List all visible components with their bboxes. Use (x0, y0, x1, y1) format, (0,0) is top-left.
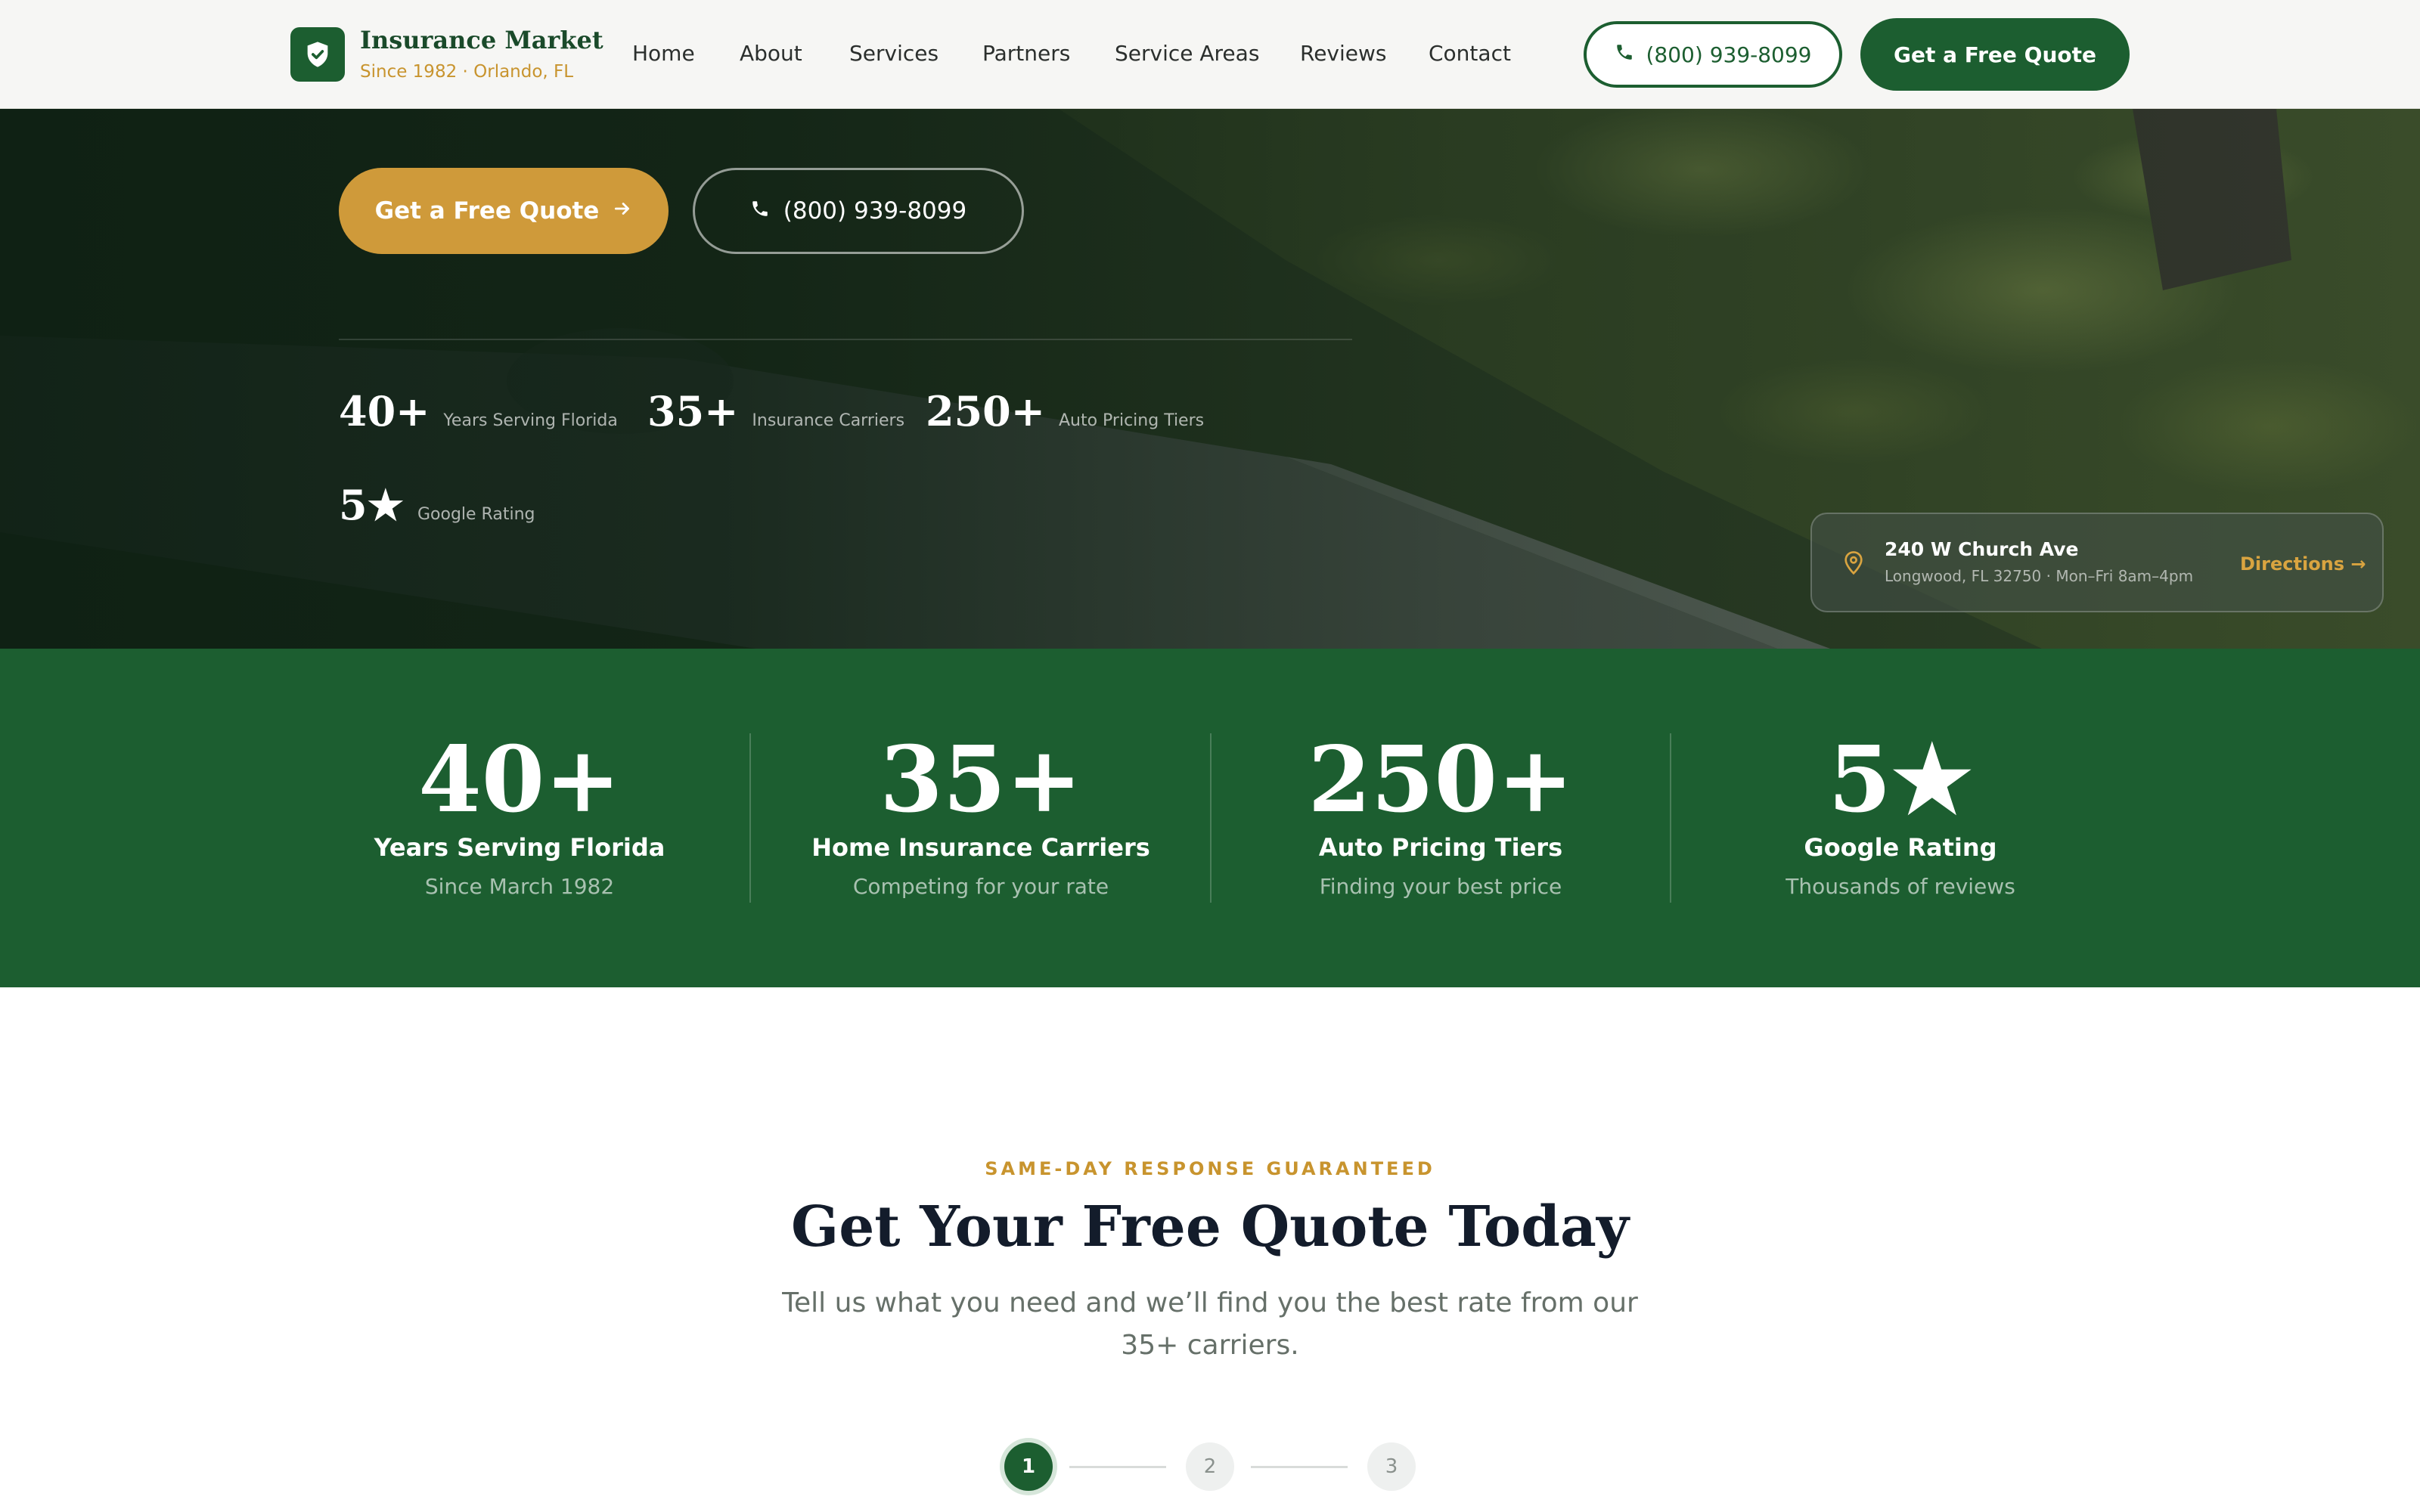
hero-stat-label: Google Rating (417, 505, 535, 524)
map-pin-icon (1842, 550, 1865, 579)
step-connector (1251, 1466, 1348, 1468)
stat-rating: 5★ Google Rating Thousands of reviews (1674, 727, 2127, 900)
hero-phone-button[interactable]: (800) 939-8099 (693, 168, 1024, 254)
hero-stat-label: Auto Pricing Tiers (1058, 411, 1205, 430)
header-phone-label: (800) 939-8099 (1646, 42, 1812, 67)
arrow-right-icon (613, 197, 632, 225)
step-1[interactable]: 1 (1004, 1442, 1053, 1491)
stat-subtitle: Since March 1982 (424, 874, 615, 899)
brand-tagline: Since 1982 · Orlando, FL (360, 62, 574, 82)
hero-stat-carriers: 35+ Insurance Carriers (647, 387, 904, 435)
nav-about[interactable]: About (740, 41, 802, 66)
address-card: 240 W Church Ave Longwood, FL 32750 · Mo… (1810, 513, 2384, 612)
quote-title: Get Your Free Quote Today (791, 1194, 1629, 1259)
hero-stat-number: 250+ (926, 387, 1045, 435)
stats-band: 40+ Years Serving Florida Since March 19… (0, 649, 2420, 987)
hero-section: Get a Free Quote (800) 939-8099 40+ Year… (0, 109, 2420, 649)
stat-number: 5★ (1828, 727, 1973, 833)
hero-quote-button[interactable]: Get a Free Quote (339, 168, 669, 254)
address-street: 240 W Church Ave (1885, 538, 2079, 560)
hero-stat-number: 35+ (647, 387, 739, 435)
hero-stat-label: Insurance Carriers (752, 411, 905, 430)
nav-home[interactable]: Home (632, 41, 695, 66)
phone-icon (750, 197, 770, 225)
stat-tiers: 250+ Auto Pricing Tiers Finding your bes… (1214, 727, 1668, 900)
stat-subtitle: Thousands of reviews (1786, 874, 2015, 899)
hero-divider (339, 339, 1352, 340)
stat-divider (1210, 733, 1212, 903)
hero-stat-tiers: 250+ Auto Pricing Tiers (926, 387, 1204, 435)
nav-contact[interactable]: Contact (1429, 41, 1511, 66)
hero-stat-number: 40+ (339, 387, 430, 435)
stat-carriers: 35+ Home Insurance Carriers Competing fo… (754, 727, 1208, 900)
step-3[interactable]: 3 (1367, 1442, 1416, 1491)
stat-years: 40+ Years Serving Florida Since March 19… (293, 727, 746, 900)
stat-number: 35+ (880, 727, 1082, 833)
stat-title: Home Insurance Carriers (811, 833, 1150, 862)
brand-name[interactable]: Insurance Market (360, 26, 603, 54)
nav-partners[interactable]: Partners (982, 41, 1070, 66)
directions-link[interactable]: Directions → (2240, 553, 2366, 575)
stat-subtitle: Competing for your rate (852, 874, 1109, 899)
stat-subtitle: Finding your best price (1319, 874, 1562, 899)
header-quote-button[interactable]: Get a Free Quote (1860, 18, 2130, 91)
stat-number: 40+ (418, 727, 621, 833)
quote-eyebrow: SAME-DAY RESPONSE GUARANTEED (985, 1158, 1435, 1179)
phone-icon (1615, 42, 1634, 67)
stat-title: Auto Pricing Tiers (1318, 833, 1563, 862)
nav-reviews[interactable]: Reviews (1300, 41, 1387, 66)
hero-quote-label: Get a Free Quote (374, 197, 600, 225)
shield-check-icon[interactable] (290, 27, 345, 82)
quote-subtitle: Tell us what you need and we’ll find you… (782, 1287, 1638, 1361)
nav-service-areas[interactable]: Service Areas (1115, 41, 1259, 66)
nav-services[interactable]: Services (849, 41, 939, 66)
hero-stat-number: 5★ (339, 481, 404, 529)
step-connector (1069, 1466, 1166, 1468)
stat-number: 250+ (1308, 727, 1574, 833)
stat-divider (749, 733, 751, 903)
hero-phone-label: (800) 939-8099 (783, 197, 967, 225)
hero-stat-rating: 5★ Google Rating (339, 481, 535, 529)
site-header: Insurance Market Since 1982 · Orlando, F… (0, 0, 2420, 109)
stat-divider (1670, 733, 1671, 903)
stat-title: Google Rating (1804, 833, 1997, 862)
header-phone-button[interactable]: (800) 939-8099 (1584, 21, 1842, 88)
hero-stat-label: Years Serving Florida (443, 411, 618, 430)
hero-stat-years: 40+ Years Serving Florida (339, 387, 618, 435)
step-2[interactable]: 2 (1186, 1442, 1234, 1491)
stat-title: Years Serving Florida (374, 833, 666, 862)
address-hours: Longwood, FL 32750 · Mon–Fri 8am–4pm (1885, 567, 2194, 585)
